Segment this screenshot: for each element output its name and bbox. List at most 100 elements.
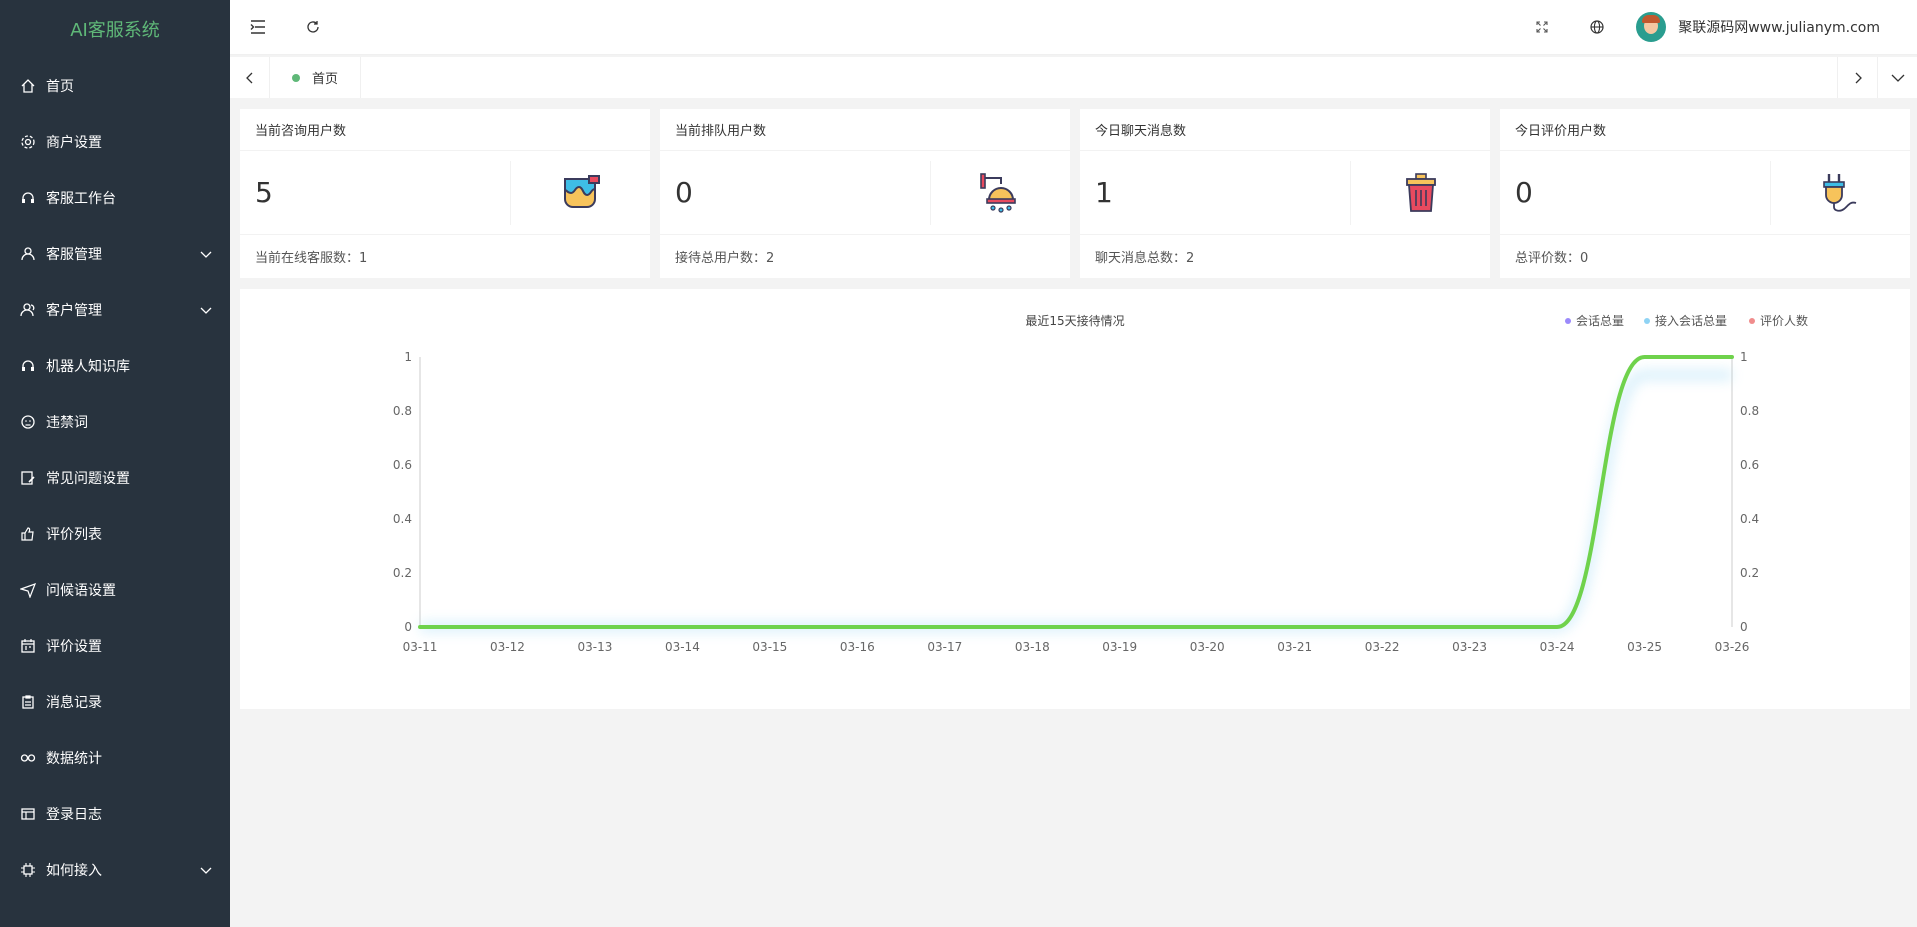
headset-icon — [20, 190, 36, 206]
y-tick-label-left: 0 — [404, 620, 412, 634]
x-tick-label: 03-21 — [1277, 640, 1312, 654]
sidebar-item-label: 数据统计 — [46, 751, 102, 767]
tab-home[interactable]: 首页 — [270, 57, 362, 98]
tab-label: 首页 — [312, 72, 339, 87]
calendar-icon — [20, 638, 36, 654]
menu-fold-icon — [250, 20, 265, 34]
y-tick-label-right: 0.4 — [1740, 512, 1759, 526]
sidebar-item-6[interactable]: 机器人知识库 — [0, 338, 230, 394]
y-tick-label-right: 0 — [1740, 620, 1748, 634]
menu-toggle-button[interactable] — [230, 0, 285, 55]
chevron-down-icon — [200, 307, 212, 314]
language-button[interactable] — [1569, 0, 1624, 55]
x-tick-label: 03-12 — [490, 640, 525, 654]
sidebar-item-label: 商户设置 — [46, 135, 102, 151]
link-icon — [20, 750, 36, 766]
user-icon — [20, 246, 36, 262]
stat-card-ratings: 今日评价用户数 0 总评价数：0 — [1500, 109, 1910, 278]
legend-label: 接入会话总量 — [1655, 313, 1727, 328]
sidebar-item-12[interactable]: 消息记录 — [0, 674, 230, 730]
chart-title: 最近15天接待情况 — [1025, 313, 1124, 328]
tabs-menu-button[interactable] — [1877, 57, 1917, 98]
sidebar-item-label: 常见问题设置 — [46, 471, 130, 487]
x-tick-label: 03-14 — [665, 640, 700, 654]
users-icon — [20, 302, 36, 318]
sidebar-item-label: 消息记录 — [46, 695, 102, 711]
stat-card-messages: 今日聊天消息数 1 聊天消息总数：2 — [1080, 109, 1490, 278]
sidebar-menu: 首页商户设置客服工作台客服管理客户管理机器人知识库 违禁词常见问题设置评价列表问候… — [0, 58, 230, 898]
sidebar-item-14[interactable]: 登录日志 — [0, 786, 230, 842]
stat-cards: 当前咨询用户数 5 当前在线客服数：1 当前排队用户数 0 接待总用户数：2 今… — [240, 109, 1910, 278]
x-tick-label: 03-24 — [1540, 640, 1575, 654]
gear-icon — [20, 134, 36, 150]
shower-icon — [979, 172, 1016, 213]
avatar — [1636, 12, 1667, 42]
top-header: 聚联源码网www.julianym.com — [230, 0, 1917, 55]
sidebar-item-11[interactable]: 评价设置 — [0, 618, 230, 674]
card-value: 1 — [1095, 176, 1113, 209]
legend-marker — [1749, 318, 1755, 324]
edit-icon — [20, 470, 36, 486]
sidebar-item-3[interactable]: 客服工作台 — [0, 170, 230, 226]
card-title: 今日聊天消息数 — [1080, 109, 1490, 151]
fullscreen-button[interactable] — [1514, 0, 1569, 55]
sidebar-item-label: 如何接入 — [46, 863, 102, 879]
x-tick-label: 03-13 — [577, 640, 612, 654]
series-line-1 — [419, 370, 1732, 632]
tabs-scroll-left-button[interactable] — [230, 57, 270, 98]
user-menu[interactable]: 聚联源码网www.julianym.com — [1624, 12, 1917, 42]
x-tick-label: 03-17 — [927, 640, 962, 654]
reception-chart-panel: 最近15天接待情况 会话总量 接入会话总量 评价人数 0 0 0.2 0.2 0.4 0.4 0.6… — [240, 289, 1910, 709]
sidebar: AI客服系统 首页商户设置客服工作台客服管理客户管理机器人知识库 违禁词常见问题设… — [0, 0, 230, 927]
sidebar-item-10[interactable]: 问候语设置 — [0, 562, 230, 618]
sidebar-item-15[interactable]: 如何接入 — [0, 842, 230, 898]
card-value: 0 — [675, 176, 693, 209]
refresh-button[interactable] — [285, 0, 340, 55]
x-tick-label: 03-18 — [1015, 640, 1050, 654]
sidebar-item-1[interactable]: 首页 — [0, 58, 230, 114]
table-icon — [20, 806, 36, 822]
face-icon — [20, 414, 36, 430]
x-tick-label: 03-25 — [1627, 640, 1662, 654]
legend-marker — [1565, 318, 1571, 324]
sidebar-item-13[interactable]: 数据统计 — [0, 730, 230, 786]
card-value: 5 — [255, 176, 273, 209]
sidebar-item-9[interactable]: 评价列表 — [0, 506, 230, 562]
sidebar-item-2[interactable]: 商户设置 — [0, 114, 230, 170]
sidebar-item-label: 首页 — [46, 79, 74, 95]
reception-line-chart: 最近15天接待情况 会话总量 接入会话总量 评价人数 0 0 0.2 0.2 0.4 0.4 0.6… — [393, 313, 1808, 654]
paper-plane-icon — [20, 582, 36, 598]
card-footer: 总评价数：0 — [1515, 251, 1589, 266]
x-tick-label: 03-22 — [1365, 640, 1400, 654]
app-title: AI客服系统 — [70, 20, 160, 41]
active-dot-icon — [292, 73, 300, 82]
card-title: 当前咨询用户数 — [240, 109, 650, 151]
sidebar-item-8[interactable]: 常见问题设置 — [0, 450, 230, 506]
stat-card-queue: 当前排队用户数 0 接待总用户数：2 — [660, 109, 1070, 278]
globe-icon — [1590, 20, 1604, 34]
legend-marker — [1644, 318, 1650, 324]
y-tick-label-left: 0.8 — [393, 404, 412, 418]
chevron-left-icon — [245, 72, 252, 83]
stat-card-consulting: 当前咨询用户数 5 当前在线客服数：1 — [240, 109, 650, 278]
sidebar-item-5[interactable]: 客户管理 — [0, 282, 230, 338]
sidebar-item-label: 问候语设置 — [46, 583, 116, 599]
sidebar-item-label: 客服工作台 — [46, 191, 116, 207]
y-tick-label-left: 0.4 — [393, 512, 412, 526]
y-tick-label-left: 0.2 — [393, 566, 412, 580]
tabs-scroll-right-button[interactable] — [1837, 57, 1877, 98]
chevron-right-icon — [1855, 72, 1862, 83]
sidebar-item-label: 登录日志 — [46, 807, 102, 823]
x-tick-label: 03-11 — [403, 640, 438, 654]
legend-label: 会话总量 — [1576, 314, 1624, 328]
x-tick-label: 03-20 — [1190, 640, 1225, 654]
sidebar-item-7[interactable]: 违禁词 — [0, 394, 230, 450]
y-tick-label-right: 0.8 — [1740, 404, 1759, 418]
chip-icon — [20, 862, 36, 878]
sidebar-item-label: 客户管理 — [46, 303, 102, 319]
card-footer: 当前在线客服数：1 — [255, 251, 368, 266]
series-line-0 — [418, 355, 1734, 629]
user-name: 聚联源码网www.julianym.com — [1678, 20, 1880, 36]
fullscreen-icon — [1536, 21, 1548, 33]
sidebar-item-4[interactable]: 客服管理 — [0, 226, 230, 282]
